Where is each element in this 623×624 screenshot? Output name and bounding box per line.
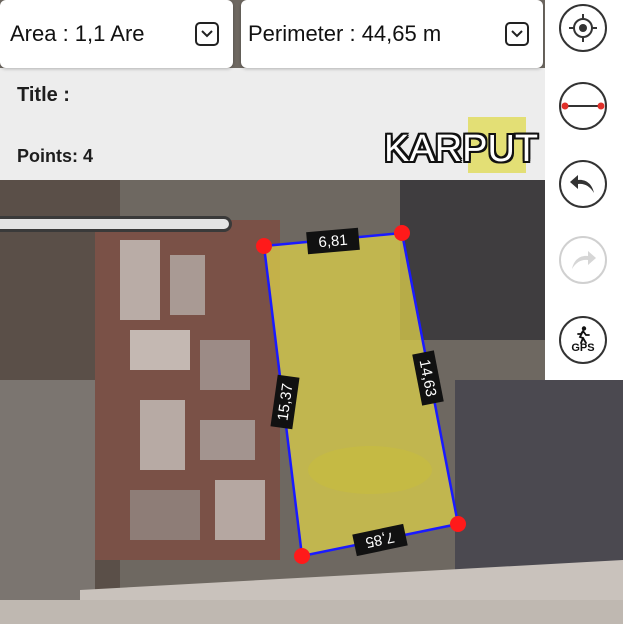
vertex-2[interactable]: [394, 225, 410, 241]
redo-button[interactable]: [559, 236, 607, 284]
locate-button[interactable]: [559, 4, 607, 52]
chevron-down-icon: [511, 30, 523, 38]
chevron-down-icon: [201, 30, 213, 38]
brand-logo-text: KARPUT: [384, 128, 539, 170]
svg-text:6,81: 6,81: [318, 232, 349, 251]
gps-label: GPS: [571, 342, 595, 354]
edge-label-top: 6,81: [306, 227, 360, 255]
area-panel: Area : 1,1 Are: [0, 0, 233, 68]
undo-icon: [570, 175, 594, 193]
locate-icon: [569, 14, 597, 42]
points-count: Points: 4: [17, 146, 94, 166]
perimeter-unit-dropdown[interactable]: [505, 22, 529, 46]
area-unit-dropdown[interactable]: [195, 22, 219, 46]
undo-button[interactable]: [559, 160, 607, 208]
gps-walk-button[interactable]: GPS: [559, 316, 607, 364]
ruler-icon: [561, 102, 605, 110]
perimeter-value: Perimeter : 44,65 m: [248, 21, 442, 46]
area-value: Area : 1,1 Are: [10, 21, 145, 46]
measure-line-button[interactable]: [559, 82, 607, 130]
vertex-4[interactable]: [294, 548, 310, 564]
map-slider-handle[interactable]: [0, 216, 232, 232]
redo-icon: [572, 251, 596, 269]
perimeter-panel: Perimeter : 44,65 m: [241, 0, 543, 68]
map-toolbar: GPS: [545, 0, 623, 380]
vertex-3[interactable]: [450, 516, 466, 532]
title-label[interactable]: Title :: [17, 84, 70, 107]
vertex-1[interactable]: [256, 238, 272, 254]
